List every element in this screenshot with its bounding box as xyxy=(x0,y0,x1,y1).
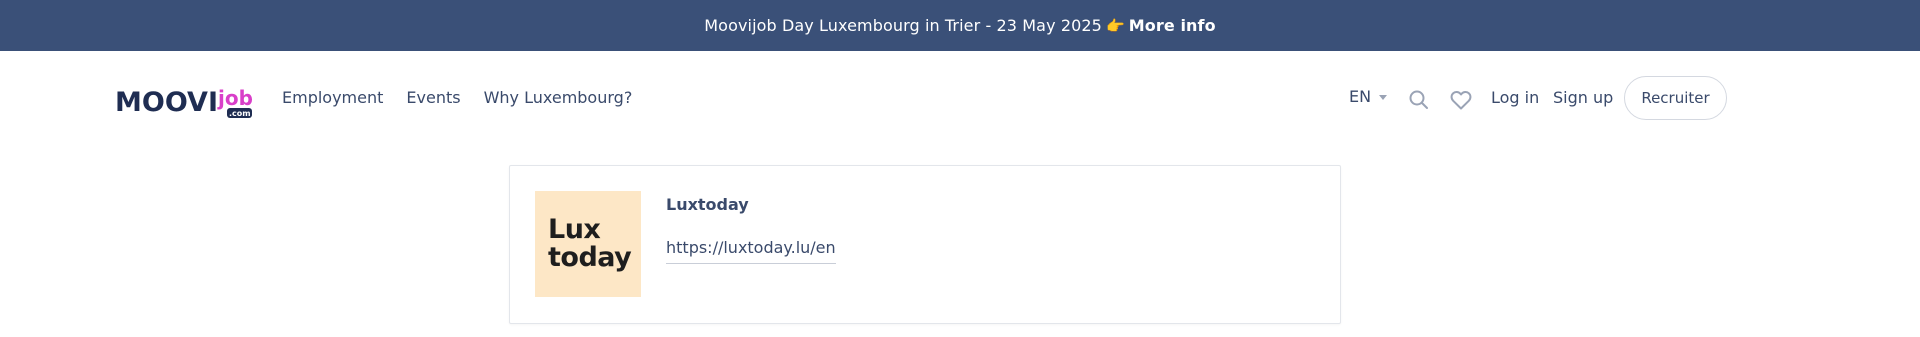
company-logo-line: Lux xyxy=(548,214,601,245)
logo-main-text: MOOVI xyxy=(115,87,218,118)
language-selector[interactable]: EN xyxy=(1349,87,1388,106)
search-icon[interactable] xyxy=(1408,89,1430,111)
company-website-link[interactable]: https://luxtoday.lu/en xyxy=(666,238,836,264)
pointing-hand-icon: 👉 xyxy=(1105,16,1125,35)
chevron-down-icon xyxy=(1379,95,1388,100)
logo-suffix-text: .com xyxy=(229,109,251,118)
company-card: Lux today Luxtoday https://luxtoday.lu/e… xyxy=(509,165,1341,324)
site-header: MOOVI job .com Employment Events Why Lux… xyxy=(0,51,1920,147)
company-logo-line: today xyxy=(548,242,632,273)
language-label: EN xyxy=(1349,87,1372,106)
more-info-link[interactable]: More info xyxy=(1129,16,1216,35)
nav-events[interactable]: Events xyxy=(406,88,460,107)
heart-icon[interactable] xyxy=(1449,88,1473,112)
company-name: Luxtoday xyxy=(666,195,749,214)
moovijob-logo[interactable]: MOOVI job .com xyxy=(115,81,255,121)
company-logo: Lux today xyxy=(535,191,641,297)
login-link[interactable]: Log in xyxy=(1491,88,1539,107)
announcement-banner: Moovijob Day Luxembourg in Trier - 23 Ma… xyxy=(0,0,1920,51)
nav-employment[interactable]: Employment xyxy=(282,88,383,107)
signup-link[interactable]: Sign up xyxy=(1553,88,1613,107)
logo-sub-text: job xyxy=(217,86,253,110)
nav-why-luxembourg[interactable]: Why Luxembourg? xyxy=(484,88,633,107)
banner-text: Moovijob Day Luxembourg in Trier - 23 Ma… xyxy=(704,16,1102,35)
recruiter-button[interactable]: Recruiter xyxy=(1624,76,1727,120)
main-nav: Employment Events Why Luxembourg? xyxy=(282,88,632,107)
